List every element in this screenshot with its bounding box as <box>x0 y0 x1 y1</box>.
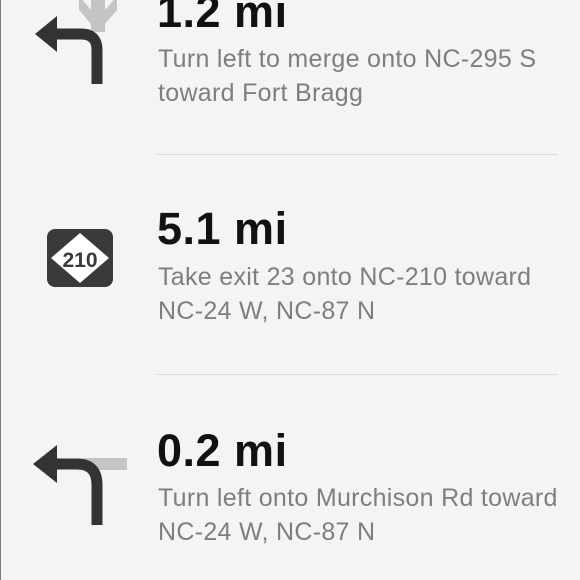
direction-step-1[interactable]: 1.2 mi Turn left to merge onto NC-295 S … <box>1 0 580 155</box>
step-distance: 5.1 mi <box>157 203 288 254</box>
step-instruction: Turn left onto Murchison Rd toward NC-24… <box>158 484 558 546</box>
turn-left-icon <box>31 435 127 531</box>
direction-step-2[interactable]: 210 5.1 mi Take exit 23 onto NC-210 towa… <box>1 155 580 374</box>
turn-left-merge-icon <box>31 0 127 88</box>
direction-step-3[interactable]: 0.2 mi Turn left onto Murchison Rd towar… <box>1 375 580 580</box>
step-distance: 0.2 mi <box>157 425 288 476</box>
step-instruction: Turn left to merge onto NC-295 S toward … <box>158 45 537 107</box>
directions-list: 1.2 mi Turn left to merge onto NC-295 S … <box>0 0 580 580</box>
step-instruction: Take exit 23 onto NC-210 toward NC-24 W,… <box>158 263 532 325</box>
shield-number: 210 <box>62 249 97 272</box>
step-distance: 1.2 mi <box>157 0 288 37</box>
nc-210-route-shield-icon: 210 <box>47 229 113 295</box>
